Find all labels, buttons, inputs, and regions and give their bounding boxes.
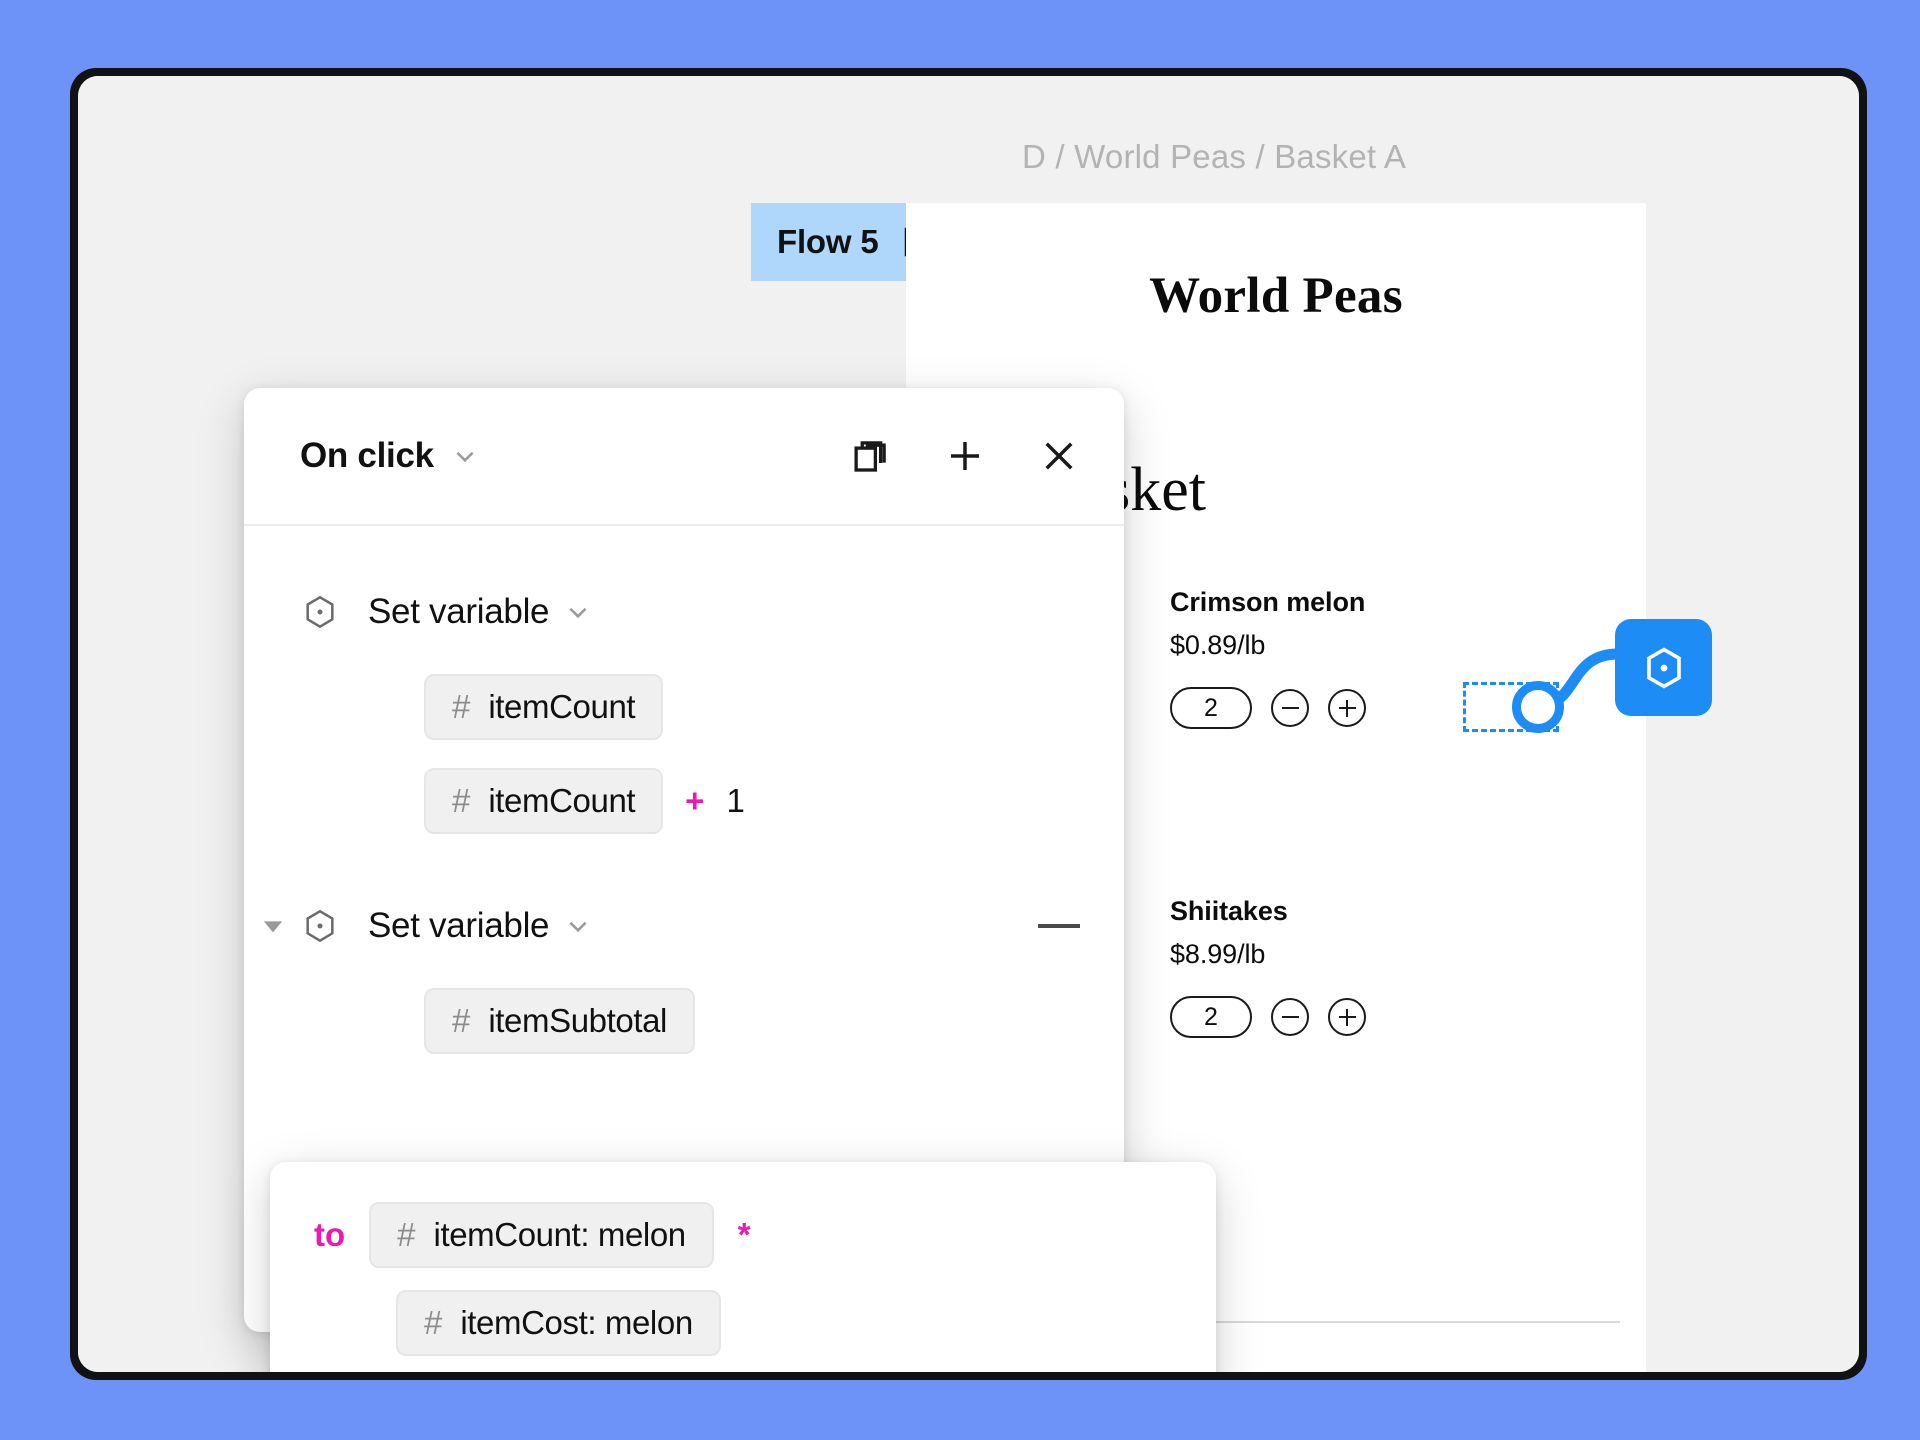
hash-icon: # [452, 688, 471, 725]
quantity-value[interactable]: 2 [1170, 687, 1252, 729]
expression-row: # itemCost: melon [314, 1290, 1216, 1356]
variable-name: itemCount [488, 782, 636, 819]
minus-icon[interactable] [1271, 689, 1309, 727]
operator: + [685, 782, 705, 819]
screenshot-root: D / World Peas / Basket A Flow 5 World P… [0, 0, 1920, 1440]
hash-icon: # [424, 1304, 443, 1341]
flow-tag-label: Flow 5 [777, 223, 879, 260]
item-info: Shiitakes $8.99/lb 2 [1170, 890, 1366, 1107]
minus-icon[interactable] [1271, 998, 1309, 1036]
panel-header: On click [244, 388, 1124, 526]
value-expression-popover[interactable]: to # itemCount: melon * # itemCost: melo… [270, 1162, 1216, 1372]
chip-row: # itemCount + 1 [300, 768, 1080, 834]
quantity-stepper: 2 [1170, 996, 1366, 1038]
variable-chip[interactable]: # itemCount: melon [369, 1202, 714, 1268]
hash-icon: # [452, 1002, 471, 1039]
panel-body: Set variable # itemCount # itemCount + 1… [244, 526, 1124, 1054]
variable-name: itemSubtotal [488, 1002, 667, 1039]
device-frame: D / World Peas / Basket A Flow 5 World P… [70, 68, 1867, 1380]
action-label: Set variable [368, 592, 550, 631]
plus-icon[interactable] [1328, 998, 1366, 1036]
plus-icon[interactable] [944, 435, 986, 477]
duplicate-icon[interactable] [850, 435, 892, 477]
chip-row: # itemSubtotal [300, 988, 1080, 1054]
popover-body: to # itemCount: melon * # itemCost: melo… [270, 1162, 1216, 1356]
chevron-down-icon[interactable] [452, 443, 478, 469]
trigger-label[interactable]: On click [300, 436, 434, 476]
item-name: Crimson melon [1170, 587, 1366, 617]
action-row-set-variable-1[interactable]: Set variable [300, 578, 1080, 646]
device-screen: D / World Peas / Basket A Flow 5 World P… [78, 76, 1859, 1372]
plus-icon[interactable] [1328, 689, 1366, 727]
operator: * [737, 1216, 751, 1253]
action-row-set-variable-2[interactable]: Set variable [263, 892, 1080, 960]
variable-name: itemCost: melon [460, 1304, 693, 1341]
disclosure-triangle-icon[interactable] [262, 915, 284, 937]
item-price: $8.99/lb [1170, 939, 1266, 969]
operand-value[interactable]: 1 [726, 782, 744, 820]
variable-chip[interactable]: # itemCount [424, 768, 664, 834]
variable-hex-icon [300, 592, 340, 632]
item-name: Shiitakes [1170, 896, 1288, 926]
item-price: $0.89/lb [1170, 630, 1266, 660]
remove-action-icon[interactable] [1038, 924, 1080, 928]
variable-name: itemCount [488, 688, 636, 725]
app-logo: World Peas [1149, 268, 1403, 324]
breadcrumb[interactable]: D / World Peas / Basket A [1022, 138, 1406, 176]
expression-row: to # itemCount: melon * [314, 1202, 1216, 1268]
action-label: Set variable [368, 906, 550, 945]
panel-header-actions [850, 435, 1080, 477]
chip-row: # itemCount [300, 674, 1080, 740]
quantity-value[interactable]: 2 [1170, 996, 1252, 1038]
variable-chip[interactable]: # itemCount [424, 674, 664, 740]
keyword-to: to [314, 1216, 346, 1253]
variable-chip[interactable]: # itemSubtotal [424, 988, 695, 1054]
hash-icon: # [452, 782, 471, 819]
connector-handle[interactable] [1512, 681, 1564, 733]
hash-icon: # [397, 1216, 416, 1253]
chevron-down-icon[interactable] [565, 913, 591, 939]
quantity-stepper: 2 [1170, 687, 1366, 729]
interaction-node-chip[interactable] [1615, 619, 1712, 716]
variable-name: itemCount: melon [433, 1216, 687, 1253]
variable-chip[interactable]: # itemCost: melon [396, 1290, 721, 1356]
variable-hex-icon [300, 906, 340, 946]
close-icon[interactable] [1038, 435, 1080, 477]
chevron-down-icon[interactable] [565, 599, 591, 625]
item-info: Crimson melon $0.89/lb 2 [1170, 581, 1366, 798]
